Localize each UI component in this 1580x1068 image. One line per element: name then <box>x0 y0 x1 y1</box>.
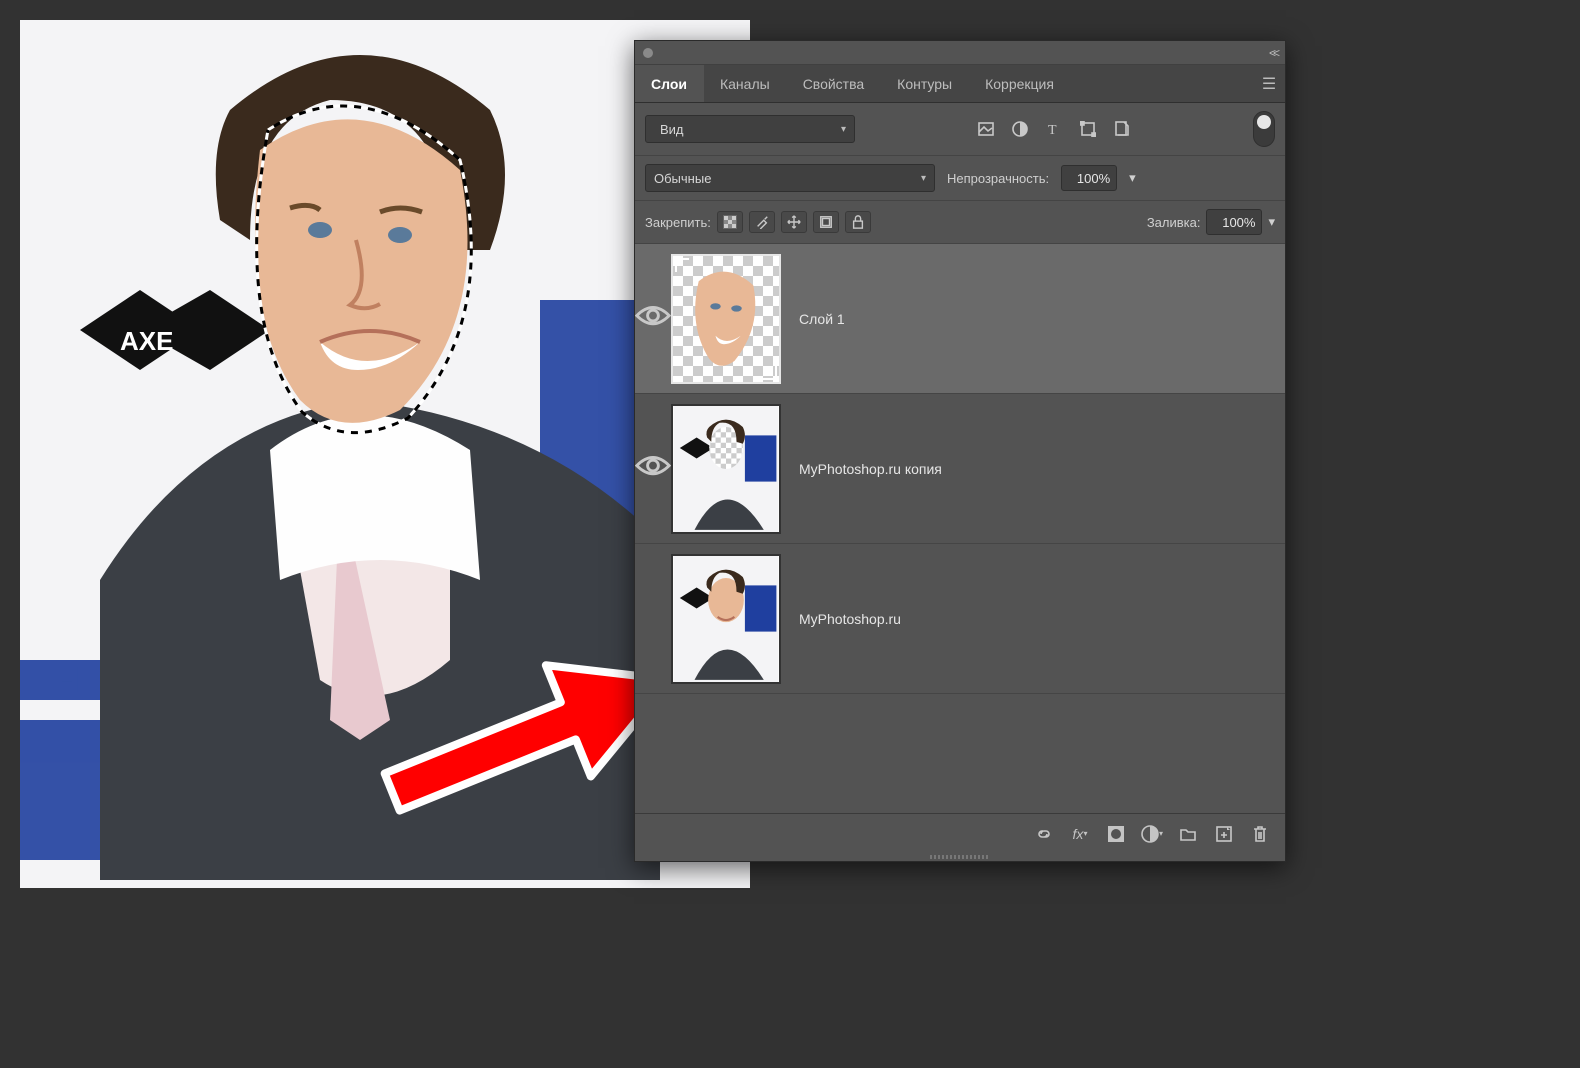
panel-tabs: Слои Каналы Свойства Контуры Коррекция ☰ <box>635 65 1285 103</box>
link-icon[interactable] <box>1033 823 1055 845</box>
new-layer-icon[interactable] <box>1213 823 1235 845</box>
panel-titlebar[interactable]: << <box>635 41 1285 65</box>
fill-input[interactable]: 100% <box>1206 209 1262 235</box>
fill-value: 100% <box>1222 215 1255 230</box>
close-icon[interactable] <box>643 48 653 58</box>
chevron-down-icon: ▾ <box>841 124 846 135</box>
layers-bottom-bar: fx▾ ▾ <box>635 813 1285 853</box>
chevron-down-icon: ▾ <box>921 173 926 184</box>
chevron-down-icon[interactable]: ▾ <box>1268 214 1275 230</box>
panel-menu-icon[interactable]: ☰ <box>1253 65 1285 102</box>
visibility-icon[interactable] <box>635 453 671 483</box>
layer-row[interactable]: MyPhotoshop.ru копия <box>635 394 1285 544</box>
opacity-label: Непрозрачность: <box>947 171 1049 186</box>
tab-label: Каналы <box>720 76 770 92</box>
fx-icon[interactable]: fx▾ <box>1069 823 1091 845</box>
smartobject-filter-icon[interactable] <box>1110 117 1134 141</box>
mask-icon[interactable] <box>1105 823 1127 845</box>
trash-icon[interactable] <box>1249 823 1271 845</box>
layer-name[interactable]: MyPhotoshop.ru копия <box>799 461 942 477</box>
layer-row[interactable]: MyPhotoshop.ru <box>635 544 1285 694</box>
fill-label: Заливка: <box>1147 215 1201 230</box>
lock-fill-row: Закрепить: Заливка: 100% ▾ <box>635 201 1285 244</box>
shape-filter-icon[interactable] <box>1076 117 1100 141</box>
type-filter-icon[interactable]: T <box>1042 117 1066 141</box>
lock-all-icon[interactable] <box>845 211 871 233</box>
tab-label: Слои <box>651 76 687 92</box>
lock-label: Закрепить: <box>645 215 711 230</box>
tab-adjustments[interactable]: Коррекция <box>969 65 1071 102</box>
svg-text:AXE: AXE <box>120 326 173 356</box>
layer-name[interactable]: MyPhotoshop.ru <box>799 611 901 627</box>
lock-position-icon[interactable] <box>781 211 807 233</box>
layer-kind-dropdown[interactable]: Вид ▾ <box>645 115 855 143</box>
layer-thumbnail[interactable] <box>671 404 781 534</box>
blend-mode-dropdown[interactable]: Обычные ▾ <box>645 164 935 192</box>
opacity-input[interactable]: 100% <box>1061 165 1117 191</box>
tab-label: Контуры <box>897 76 952 92</box>
svg-text:T: T <box>1048 123 1057 137</box>
opacity-value: 100% <box>1077 171 1110 186</box>
layer-row[interactable]: Слой 1 <box>635 244 1285 394</box>
chevron-down-icon[interactable]: ▾ <box>1129 170 1136 186</box>
layers-panel: << Слои Каналы Свойства Контуры Коррекци… <box>634 40 1286 862</box>
group-icon[interactable] <box>1177 823 1199 845</box>
layer-filter-row: Вид ▾ T <box>635 103 1285 156</box>
lock-artboard-icon[interactable] <box>813 211 839 233</box>
lock-transparency-icon[interactable] <box>717 211 743 233</box>
adjustment-filter-icon[interactable] <box>1008 117 1032 141</box>
blend-opacity-row: Обычные ▾ Непрозрачность: 100% ▾ <box>635 156 1285 201</box>
image-filter-icon[interactable] <box>974 117 998 141</box>
blend-mode-value: Обычные <box>654 171 711 186</box>
layer-kind-label: Вид <box>660 122 684 137</box>
lock-pixels-icon[interactable] <box>749 211 775 233</box>
panel-resize-grip[interactable] <box>635 853 1285 861</box>
layer-thumbnail[interactable] <box>671 554 781 684</box>
tab-label: Свойства <box>803 76 864 92</box>
layer-thumbnail[interactable] <box>671 254 781 384</box>
new-adjustment-icon[interactable]: ▾ <box>1141 823 1163 845</box>
tab-label: Коррекция <box>985 76 1054 92</box>
svg-text:HE: HE <box>54 659 104 700</box>
collapse-icon[interactable]: << <box>1269 46 1277 60</box>
tab-paths[interactable]: Контуры <box>881 65 969 102</box>
filter-toggle[interactable] <box>1253 111 1275 147</box>
visibility-icon[interactable] <box>635 303 671 333</box>
tab-channels[interactable]: Каналы <box>704 65 787 102</box>
layer-name[interactable]: Слой 1 <box>799 311 845 327</box>
layers-list[interactable]: Слой 1 <box>635 244 1285 813</box>
tab-properties[interactable]: Свойства <box>787 65 881 102</box>
tab-layers[interactable]: Слои <box>635 65 704 102</box>
